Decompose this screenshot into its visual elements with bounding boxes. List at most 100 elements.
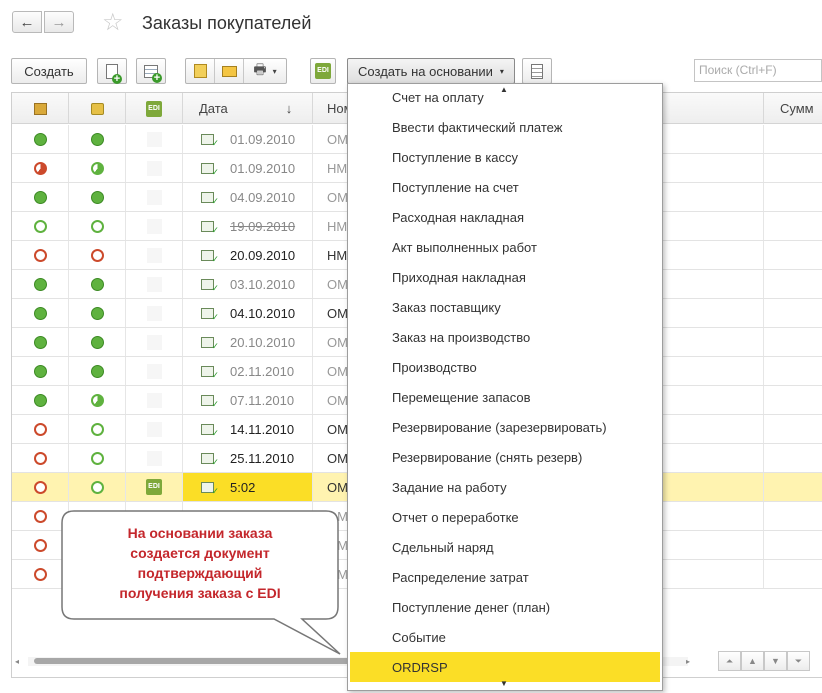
print-button[interactable]: 🖶 ▾: [244, 59, 286, 83]
page-down-icon[interactable]: ▼: [764, 651, 787, 671]
scroll-down-arrow-icon[interactable]: ▼: [500, 679, 508, 688]
date-text: 04.09.2010: [230, 189, 296, 205]
star-icon[interactable]: ☆: [102, 8, 124, 37]
shipment-status-cell: [12, 183, 69, 211]
column-payment-status[interactable]: [69, 93, 126, 124]
document-posted-icon: [201, 249, 219, 265]
menu-item[interactable]: Событие: [348, 622, 662, 652]
create-button[interactable]: Создать: [11, 58, 87, 84]
create-button-label: Создать: [24, 63, 74, 79]
payment-status-icon: [90, 422, 104, 436]
menu-item[interactable]: Резервирование (зарезервировать): [348, 412, 662, 442]
edi-cell: [126, 386, 183, 414]
create-based-on-button[interactable]: Создать на основании ▾: [347, 58, 515, 84]
first-page-icon[interactable]: ⏶: [718, 651, 741, 671]
column-date[interactable]: Дата ↓: [183, 93, 313, 124]
menu-item[interactable]: Ввести фактический платеж: [348, 112, 662, 142]
search-input[interactable]: Поиск (Ctrl+F): [694, 59, 822, 82]
scroll-left-icon[interactable]: ◂: [15, 657, 19, 666]
date-cell: 20.09.2010: [183, 241, 313, 269]
menu-item[interactable]: Приходная накладная: [348, 262, 662, 292]
edi-placeholder: [146, 305, 162, 321]
callout-line: подтверждающий: [137, 565, 263, 581]
edi-cell: [126, 357, 183, 385]
column-sum[interactable]: Сумм: [763, 93, 822, 124]
menu-item[interactable]: Сдельный наряд: [348, 532, 662, 562]
menu-item[interactable]: Поступление в кассу: [348, 142, 662, 172]
sum-cell: [763, 299, 822, 327]
last-page-icon[interactable]: ⏷: [787, 651, 810, 671]
edi-cell: [126, 125, 183, 153]
shipment-status-cell: [12, 241, 69, 269]
shipment-status-cell: [12, 270, 69, 298]
document-posted-icon: [201, 220, 219, 236]
date-text: 02.11.2010: [230, 363, 295, 379]
column-edi[interactable]: EDI: [126, 93, 183, 124]
scroll-right-icon[interactable]: ▸: [686, 657, 690, 666]
payment-status-cell: [69, 357, 126, 385]
date-text: 20.09.2010: [230, 247, 296, 263]
edi-button[interactable]: EDI: [310, 58, 336, 84]
menu-item[interactable]: Отчет о переработке: [348, 502, 662, 532]
menu-item[interactable]: Заказ поставщику: [348, 292, 662, 322]
payment-status-icon: [90, 335, 104, 349]
menu-item[interactable]: Перемещение запасов: [348, 382, 662, 412]
back-button[interactable]: ←: [12, 11, 42, 33]
scrollbar-thumb[interactable]: [34, 658, 364, 664]
menu-item[interactable]: Акт выполненных работ: [348, 232, 662, 262]
menu-item[interactable]: Счет на оплату: [348, 84, 662, 112]
edi-cell: [126, 183, 183, 211]
payment-status-icon: [90, 132, 104, 146]
forward-button[interactable]: →: [44, 11, 74, 33]
create-copy-button[interactable]: [97, 58, 127, 84]
edi-cell: [126, 444, 183, 472]
shipment-status-cell: [12, 212, 69, 240]
menu-item[interactable]: Расходная накладная: [348, 202, 662, 232]
number-text: ОМ: [327, 566, 348, 582]
list-navigation: ⏶ ▲ ▼ ⏷: [718, 651, 810, 671]
page-up-icon[interactable]: ▲: [741, 651, 764, 671]
add-row-button[interactable]: [136, 58, 166, 84]
document-clock-button[interactable]: [186, 59, 215, 83]
shipment-status-icon: [33, 567, 47, 581]
document-posted-icon: [201, 481, 219, 497]
menu-item[interactable]: Резервирование (снять резерв): [348, 442, 662, 472]
menu-item[interactable]: ORDRSP: [350, 652, 660, 682]
payment-status-cell: [69, 270, 126, 298]
column-date-label: Дата: [199, 101, 228, 116]
sum-cell: [763, 531, 822, 559]
document-posted-icon: [201, 365, 219, 381]
payment-status-cell: [69, 212, 126, 240]
document-posted-icon: [201, 191, 219, 207]
mail-button[interactable]: [215, 59, 244, 83]
report-button[interactable]: [522, 58, 552, 84]
shipment-status-icon: [33, 393, 47, 407]
envelope-icon: [221, 65, 237, 77]
shipment-status-icon: [33, 538, 47, 552]
chevron-down-icon: ▾: [272, 66, 277, 76]
payment-status-cell: [69, 473, 126, 501]
payment-status-icon: [90, 161, 104, 175]
menu-item[interactable]: Поступление денег (план): [348, 592, 662, 622]
edi-placeholder: [146, 450, 162, 466]
date-text: 19.09.2010: [230, 218, 296, 234]
shipment-status-icon: [33, 335, 47, 349]
menu-item[interactable]: Поступление на счет: [348, 172, 662, 202]
sort-arrow-icon: ↓: [285, 101, 293, 116]
printer-icon: 🖶: [253, 61, 267, 77]
column-shipment-status[interactable]: [12, 93, 69, 124]
sum-cell: [763, 328, 822, 356]
number-text: ОМ: [327, 334, 348, 350]
shipment-status-icon: [33, 161, 47, 175]
sum-cell: [763, 183, 822, 211]
edi-placeholder: [146, 392, 162, 408]
sum-cell: [763, 270, 822, 298]
sum-cell: [763, 357, 822, 385]
menu-item[interactable]: Заказ на производство: [348, 322, 662, 352]
menu-item[interactable]: Распределение затрат: [348, 562, 662, 592]
menu-item[interactable]: Производство: [348, 352, 662, 382]
date-cell: 01.09.2010: [183, 154, 313, 182]
callout-line: На основании заказа: [127, 525, 273, 541]
menu-item[interactable]: Задание на работу: [348, 472, 662, 502]
date-text: 04.10.2010: [230, 305, 296, 321]
